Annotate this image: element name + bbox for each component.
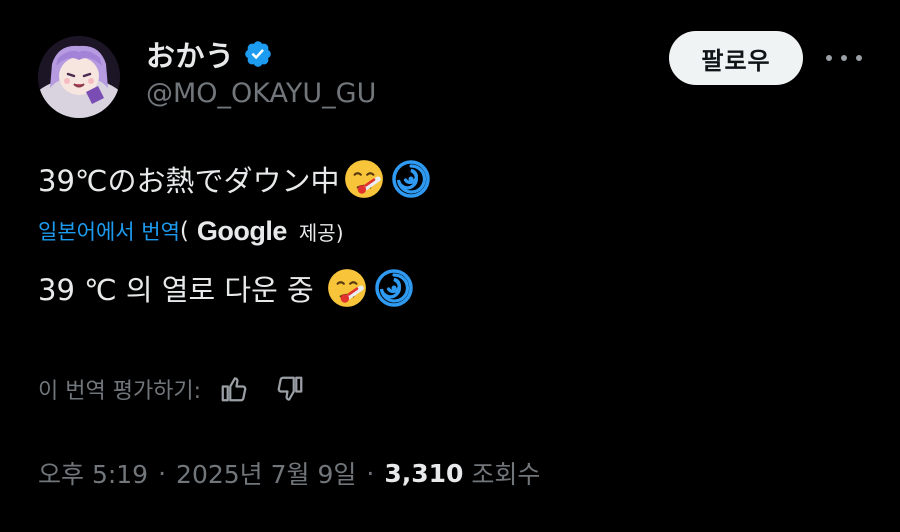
more-dot — [826, 55, 832, 61]
thumbs-up-button[interactable] — [217, 372, 251, 406]
tweet-meta-row: 오후 5:19 · 2025년 7월 9일 · 3,310 조회수 — [38, 452, 540, 494]
tweet-translated-body: 39 ℃ 의 열로 다운 중 — [38, 273, 314, 307]
face-with-thermometer-icon — [345, 160, 384, 198]
rate-translation-row: 이 번역 평가하기: — [38, 368, 307, 410]
follow-button[interactable]: 팔로우 — [669, 31, 803, 85]
meta-separator: · — [158, 458, 167, 488]
more-dot — [856, 55, 862, 61]
more-dot — [841, 55, 847, 61]
paren-open: ( — [179, 218, 189, 244]
more-options-icon[interactable] — [826, 48, 862, 68]
display-name[interactable]: おかう — [146, 33, 235, 75]
meta-separator: · — [366, 458, 375, 488]
thumbs-down-icon — [277, 376, 303, 401]
translated-from-link[interactable]: 일본어에서 번역 — [38, 216, 180, 246]
thumbs-up-icon — [221, 377, 247, 402]
tweet-time[interactable]: 오후 5:19 — [38, 455, 148, 491]
translation-attribution: 일본어에서 번역 ( Google 제공) — [38, 210, 344, 252]
tweet-date[interactable]: 2025년 7월 9일 — [176, 455, 356, 491]
avatar-image — [38, 36, 120, 118]
author-name-row[interactable]: おかう — [146, 34, 273, 74]
google-logo: Google — [196, 215, 288, 246]
tweet-original-text: 39℃のお熱でダウン中 — [38, 154, 431, 204]
dizzy-cyclone-icon — [374, 269, 413, 307]
dizzy-cyclone-icon — [392, 160, 431, 198]
tweet-original-body: 39℃のお熱でダウン中 — [38, 164, 340, 198]
views-count: 3,310 — [384, 458, 464, 488]
provided-by-text: 제공) — [298, 220, 344, 245]
verified-badge-icon — [244, 41, 271, 67]
thumbs-down-button[interactable] — [273, 372, 307, 406]
avatar[interactable] — [38, 36, 120, 118]
tweet-translated-text: 39 ℃ 의 열로 다운 중 — [38, 263, 414, 313]
face-with-thermometer-icon — [327, 269, 366, 307]
rate-translation-label: 이 번역 평가하기: — [38, 379, 202, 404]
views-label: 조회수 — [471, 460, 541, 489]
author-handle[interactable]: @MO_OKAYU_GU — [146, 78, 376, 109]
